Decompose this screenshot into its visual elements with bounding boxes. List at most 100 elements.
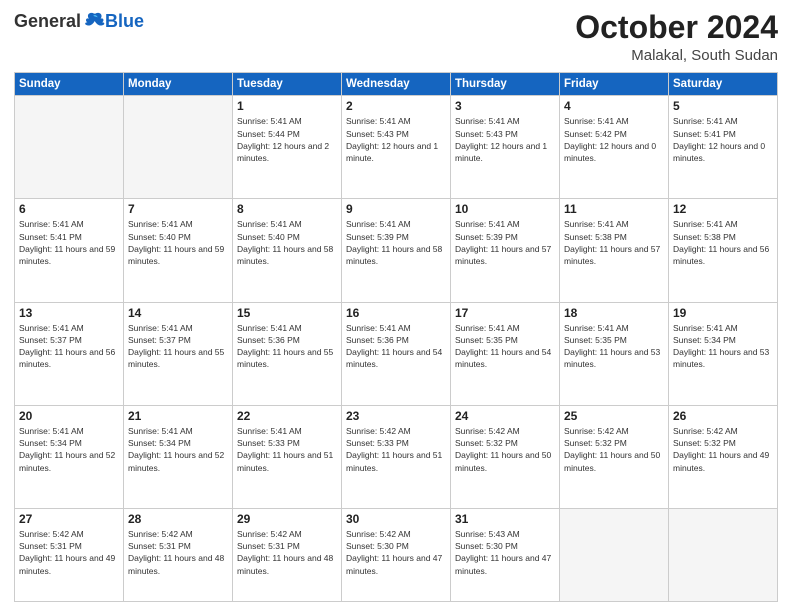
day-number: 28: [128, 512, 228, 526]
table-row: 5 Sunrise: 5:41 AMSunset: 5:41 PMDaylight…: [669, 96, 778, 199]
table-row: 29 Sunrise: 5:42 AMSunset: 5:31 PMDayligh…: [233, 508, 342, 601]
day-info: Sunrise: 5:41 AMSunset: 5:37 PMDaylight:…: [128, 322, 228, 371]
day-info: Sunrise: 5:41 AMSunset: 5:38 PMDaylight:…: [673, 218, 773, 267]
day-number: 24: [455, 409, 555, 423]
day-info: Sunrise: 5:41 AMSunset: 5:43 PMDaylight:…: [346, 115, 446, 164]
day-info: Sunrise: 5:42 AMSunset: 5:31 PMDaylight:…: [128, 528, 228, 577]
table-row: 18Sunrise: 5:41 AMSunset: 5:35 PMDayligh…: [560, 302, 669, 405]
day-number: 15: [237, 306, 337, 320]
day-info: Sunrise: 5:41 AMSunset: 5:39 PMDaylight:…: [346, 218, 446, 267]
day-info: Sunrise: 5:42 AMSunset: 5:33 PMDaylight:…: [346, 425, 446, 474]
month-title: October 2024: [575, 10, 778, 45]
col-sunday: Sunday: [15, 73, 124, 96]
day-info: Sunrise: 5:42 AMSunset: 5:32 PMDaylight:…: [455, 425, 555, 474]
day-number: 18: [564, 306, 664, 320]
table-row: 30Sunrise: 5:42 AMSunset: 5:30 PMDayligh…: [342, 508, 451, 601]
table-row: 8 Sunrise: 5:41 AMSunset: 5:40 PMDaylight…: [233, 199, 342, 302]
location-text: Malakal, South Sudan: [575, 47, 778, 64]
table-row: 22Sunrise: 5:41 AMSunset: 5:33 PMDayligh…: [233, 405, 342, 508]
table-row: 20 Sunrise: 5:41 AMSunset: 5:34 PMDayligh…: [15, 405, 124, 508]
col-saturday: Saturday: [669, 73, 778, 96]
col-tuesday: Tuesday: [233, 73, 342, 96]
day-info: Sunrise: 5:42 AMSunset: 5:32 PMDaylight:…: [673, 425, 773, 474]
day-info: Sunrise: 5:41 AMSunset: 5:41 PMDaylight:…: [19, 218, 119, 267]
calendar-week-row: 13 Sunrise: 5:41 AMSunset: 5:37 PMDayligh…: [15, 302, 778, 405]
header: General Blue October 2024 Malakal, South…: [14, 10, 778, 64]
day-info: Sunrise: 5:41 AMSunset: 5:37 PMDaylight:…: [19, 322, 119, 371]
day-number: 1: [237, 99, 337, 113]
day-number: 8: [237, 202, 337, 216]
day-info: Sunrise: 5:41 AMSunset: 5:40 PMDaylight:…: [237, 218, 337, 267]
page-container: General Blue October 2024 Malakal, South…: [0, 0, 792, 612]
day-number: 26: [673, 409, 773, 423]
calendar-week-row: 6 Sunrise: 5:41 AMSunset: 5:41 PMDaylight…: [15, 199, 778, 302]
table-row: [124, 96, 233, 199]
calendar-week-row: 20 Sunrise: 5:41 AMSunset: 5:34 PMDayligh…: [15, 405, 778, 508]
table-row: [669, 508, 778, 601]
table-row: 4Sunrise: 5:41 AMSunset: 5:42 PMDaylight…: [560, 96, 669, 199]
table-row: 25Sunrise: 5:42 AMSunset: 5:32 PMDayligh…: [560, 405, 669, 508]
day-number: 20: [19, 409, 119, 423]
day-number: 7: [128, 202, 228, 216]
day-info: Sunrise: 5:41 AMSunset: 5:34 PMDaylight:…: [128, 425, 228, 474]
day-info: Sunrise: 5:43 AMSunset: 5:30 PMDaylight:…: [455, 528, 555, 577]
day-info: Sunrise: 5:41 AMSunset: 5:41 PMDaylight:…: [673, 115, 773, 164]
table-row: 24 Sunrise: 5:42 AMSunset: 5:32 PMDayligh…: [451, 405, 560, 508]
day-number: 3: [455, 99, 555, 113]
table-row: 19 Sunrise: 5:41 AMSunset: 5:34 PMDayligh…: [669, 302, 778, 405]
title-section: October 2024 Malakal, South Sudan: [575, 10, 778, 64]
table-row: 13 Sunrise: 5:41 AMSunset: 5:37 PMDayligh…: [15, 302, 124, 405]
day-number: 2: [346, 99, 446, 113]
day-info: Sunrise: 5:41 AMSunset: 5:34 PMDaylight:…: [19, 425, 119, 474]
day-info: Sunrise: 5:42 AMSunset: 5:31 PMDaylight:…: [237, 528, 337, 577]
calendar-week-row: 1 Sunrise: 5:41 AMSunset: 5:44 PMDaylight…: [15, 96, 778, 199]
table-row: 23 Sunrise: 5:42 AMSunset: 5:33 PMDayligh…: [342, 405, 451, 508]
day-number: 9: [346, 202, 446, 216]
day-info: Sunrise: 5:41 AMSunset: 5:43 PMDaylight:…: [455, 115, 555, 164]
col-monday: Monday: [124, 73, 233, 96]
day-number: 16: [346, 306, 446, 320]
day-number: 13: [19, 306, 119, 320]
day-info: Sunrise: 5:41 AMSunset: 5:35 PMDaylight:…: [455, 322, 555, 371]
col-wednesday: Wednesday: [342, 73, 451, 96]
day-info: Sunrise: 5:41 AMSunset: 5:36 PMDaylight:…: [237, 322, 337, 371]
table-row: 16 Sunrise: 5:41 AMSunset: 5:36 PMDayligh…: [342, 302, 451, 405]
table-row: 10Sunrise: 5:41 AMSunset: 5:39 PMDayligh…: [451, 199, 560, 302]
day-number: 30: [346, 512, 446, 526]
table-row: 17 Sunrise: 5:41 AMSunset: 5:35 PMDayligh…: [451, 302, 560, 405]
table-row: 15 Sunrise: 5:41 AMSunset: 5:36 PMDayligh…: [233, 302, 342, 405]
table-row: 7 Sunrise: 5:41 AMSunset: 5:40 PMDaylight…: [124, 199, 233, 302]
day-info: Sunrise: 5:41 AMSunset: 5:34 PMDaylight:…: [673, 322, 773, 371]
calendar-header-row: Sunday Monday Tuesday Wednesday Thursday…: [15, 73, 778, 96]
day-number: 31: [455, 512, 555, 526]
day-number: 23: [346, 409, 446, 423]
calendar-week-row: 27Sunrise: 5:42 AMSunset: 5:31 PMDayligh…: [15, 508, 778, 601]
table-row: 6 Sunrise: 5:41 AMSunset: 5:41 PMDaylight…: [15, 199, 124, 302]
table-row: 9 Sunrise: 5:41 AMSunset: 5:39 PMDaylight…: [342, 199, 451, 302]
day-number: 21: [128, 409, 228, 423]
day-number: 12: [673, 202, 773, 216]
day-number: 19: [673, 306, 773, 320]
table-row: 27Sunrise: 5:42 AMSunset: 5:31 PMDayligh…: [15, 508, 124, 601]
day-info: Sunrise: 5:41 AMSunset: 5:33 PMDaylight:…: [237, 425, 337, 474]
day-number: 29: [237, 512, 337, 526]
day-number: 4: [564, 99, 664, 113]
table-row: 1 Sunrise: 5:41 AMSunset: 5:44 PMDaylight…: [233, 96, 342, 199]
day-info: Sunrise: 5:41 AMSunset: 5:44 PMDaylight:…: [237, 115, 337, 164]
day-info: Sunrise: 5:41 AMSunset: 5:40 PMDaylight:…: [128, 218, 228, 267]
day-number: 6: [19, 202, 119, 216]
table-row: [15, 96, 124, 199]
calendar-table: Sunday Monday Tuesday Wednesday Thursday…: [14, 72, 778, 602]
table-row: 14 Sunrise: 5:41 AMSunset: 5:37 PMDayligh…: [124, 302, 233, 405]
day-number: 5: [673, 99, 773, 113]
col-friday: Friday: [560, 73, 669, 96]
table-row: 26 Sunrise: 5:42 AMSunset: 5:32 PMDayligh…: [669, 405, 778, 508]
table-row: 3 Sunrise: 5:41 AMSunset: 5:43 PMDaylight…: [451, 96, 560, 199]
table-row: 12 Sunrise: 5:41 AMSunset: 5:38 PMDayligh…: [669, 199, 778, 302]
table-row: 2 Sunrise: 5:41 AMSunset: 5:43 PMDaylight…: [342, 96, 451, 199]
day-number: 14: [128, 306, 228, 320]
day-number: 17: [455, 306, 555, 320]
logo-general-text: General: [14, 11, 81, 32]
day-info: Sunrise: 5:41 AMSunset: 5:36 PMDaylight:…: [346, 322, 446, 371]
day-number: 10: [455, 202, 555, 216]
